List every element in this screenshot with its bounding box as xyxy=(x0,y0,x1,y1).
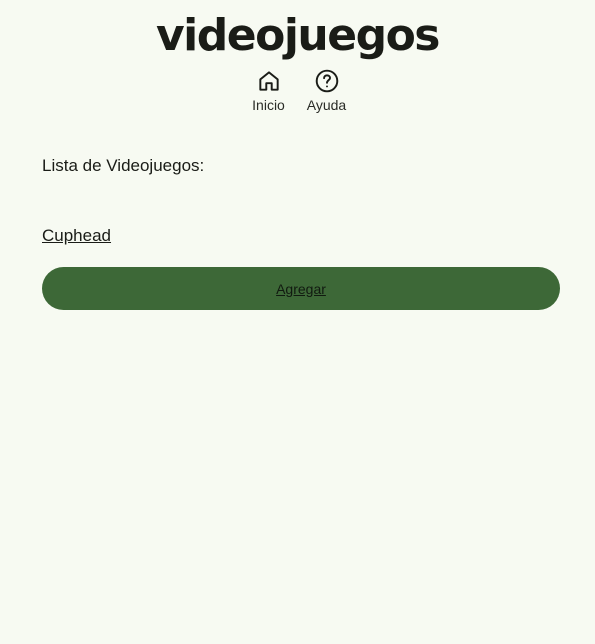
game-link-cuphead[interactable]: Cuphead xyxy=(42,226,111,245)
main-nav: Inicio Ayuda xyxy=(0,68,595,114)
nav-item-label: Inicio xyxy=(252,97,285,113)
nav-item-inicio[interactable]: Inicio xyxy=(247,68,291,114)
nav-item-label: Ayuda xyxy=(306,97,347,113)
game-list: Cuphead xyxy=(42,222,111,250)
add-button-label: Agregar xyxy=(276,280,326,297)
nav-item-ayuda[interactable]: Ayuda xyxy=(305,68,349,114)
app-title: videojuegos xyxy=(156,10,441,61)
add-button[interactable]: Agregar xyxy=(42,267,560,310)
main-content: Lista de Videojuegos: Cuphead Agregar xyxy=(42,150,560,310)
list-item: Cuphead xyxy=(42,222,111,250)
help-circle-icon xyxy=(315,69,338,93)
page-header: videojuegos Inicio Ayuda xyxy=(0,0,595,120)
list-title: Lista de Videojuegos: xyxy=(42,156,205,175)
home-icon xyxy=(258,71,279,91)
